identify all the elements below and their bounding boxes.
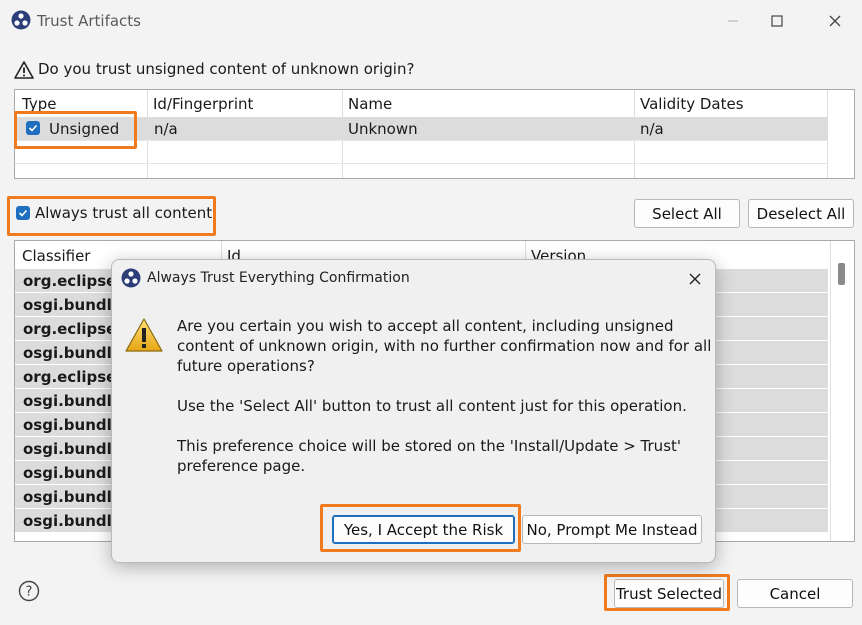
row-classifier: osgi.bundle [23, 392, 122, 410]
row-validity: n/a [640, 120, 664, 138]
dialog-close-icon[interactable] [684, 268, 706, 290]
scrollbar-thumb[interactable] [838, 263, 845, 285]
dialog-app-icon [121, 268, 141, 292]
maximize-icon[interactable] [762, 8, 792, 34]
column-header-name[interactable]: Name [348, 95, 392, 113]
highlight-unsigned [14, 111, 137, 149]
deselect-all-button[interactable]: Deselect All [748, 199, 854, 228]
highlight-trust-selected [604, 574, 730, 611]
warning-icon [124, 317, 164, 357]
prompt-me-button[interactable]: No, Prompt Me Instead [522, 515, 702, 544]
window-title: Trust Artifacts [37, 12, 141, 30]
row-classifier: osgi.bundle [23, 464, 122, 482]
row-classifier: osgi.bundle [23, 512, 122, 530]
svg-text:?: ? [26, 585, 33, 600]
dialog-message-line: preference page. [177, 457, 306, 475]
app-icon [11, 10, 31, 34]
dialog-message-line: future operations? [177, 357, 315, 375]
cancel-button[interactable]: Cancel [737, 579, 853, 608]
dialog-message-line: Use the 'Select All' button to trust all… [177, 397, 687, 415]
highlight-always-trust [7, 196, 216, 236]
dialog-message-line: This preference choice will be stored on… [177, 437, 682, 455]
dialog-message-line: content of unknown origin, with no furth… [177, 337, 712, 355]
warning-icon [14, 61, 34, 83]
close-icon[interactable] [820, 8, 850, 34]
row-classifier: osgi.bundle [23, 344, 122, 362]
signers-table: Type Id/Fingerprint Name Validity Dates … [14, 89, 855, 179]
help-icon[interactable]: ? [18, 580, 40, 606]
column-header-validity[interactable]: Validity Dates [640, 95, 744, 113]
row-classifier: osgi.bundle [23, 296, 122, 314]
row-name: Unknown [348, 120, 418, 138]
highlight-accept-risk [320, 504, 521, 552]
signers-table-header: Type Id/Fingerprint Name Validity Dates [15, 90, 854, 116]
dialog-title: Always Trust Everything Confirmation [147, 270, 410, 286]
trust-question: Do you trust unsigned content of unknown… [38, 60, 415, 78]
row-classifier: osgi.bundle [23, 488, 122, 506]
minimize-icon[interactable] [718, 8, 748, 34]
row-classifier: osgi.bundle [23, 416, 122, 434]
column-header-classifier[interactable]: Classifier [22, 247, 90, 265]
dialog-message-line: Are you certain you wish to accept all c… [177, 317, 674, 335]
column-header-id[interactable]: Id/Fingerprint [153, 95, 253, 113]
select-all-button[interactable]: Select All [634, 199, 740, 228]
row-id: n/a [154, 120, 178, 138]
row-classifier: osgi.bundle [23, 440, 122, 458]
